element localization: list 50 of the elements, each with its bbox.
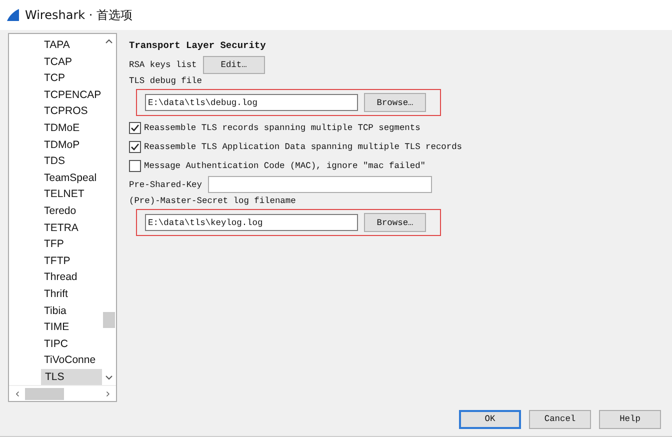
- browse-button[interactable]: Browse…: [364, 93, 426, 112]
- checkbox-label: Reassemble TLS Application Data spanning multiple TLS records: [144, 142, 462, 152]
- dialog-button[interactable]: OK: [459, 410, 521, 428]
- path-field[interactable]: E:\data\tls\keylog.log: [145, 214, 358, 231]
- checkbox[interactable]: [129, 160, 141, 172]
- protocol-item[interactable]: Thread: [9, 269, 102, 286]
- protocol-item[interactable]: TDMoE: [9, 120, 102, 137]
- protocol-item[interactable]: TiVoConne: [9, 352, 102, 369]
- protocol-item[interactable]: Teredo: [9, 202, 102, 220]
- checkbox[interactable]: [129, 122, 141, 134]
- protocol-item[interactable]: TDS: [9, 153, 102, 170]
- protocol-item[interactable]: TELNET: [9, 186, 102, 203]
- field-label: Pre-Shared-Key: [129, 180, 202, 190]
- scroll-thumb[interactable]: [25, 388, 64, 400]
- path-field[interactable]: E:\data\tls\debug.log: [145, 94, 358, 111]
- protocol-item[interactable]: TIME: [9, 319, 102, 336]
- browse-button[interactable]: Browse…: [364, 213, 426, 232]
- protocol-item[interactable]: TDMoP: [9, 136, 102, 154]
- protocol-item[interactable]: TFTP: [9, 252, 102, 270]
- scroll-down-icon[interactable]: [105, 375, 113, 381]
- scroll-left-icon[interactable]: [15, 390, 20, 398]
- scroll-right-icon[interactable]: [106, 390, 110, 398]
- protocol-item[interactable]: TCPROS: [9, 103, 102, 120]
- protocol-item[interactable]: TIPC: [9, 336, 102, 352]
- scroll-thumb[interactable]: [103, 312, 115, 328]
- protocol-item[interactable]: Tibia: [9, 302, 102, 320]
- dialog-button[interactable]: Help: [599, 410, 661, 428]
- protocol-item[interactable]: Thrift: [9, 286, 102, 302]
- fin-icon: [6, 8, 20, 22]
- checkbox-label: Message Authentication Code (MAC), ignore "mac failed": [144, 160, 426, 170]
- checkbox[interactable]: [129, 140, 141, 152]
- protocol-item[interactable]: TLS: [41, 368, 102, 385]
- protocol-item[interactable]: TFP: [9, 236, 102, 253]
- section-title: Transport Layer Security: [129, 40, 267, 51]
- protocol-item[interactable]: TCPENCAP: [9, 86, 102, 104]
- edit-button[interactable]: Edit…: [202, 56, 265, 74]
- key-field[interactable]: [208, 176, 432, 193]
- field-label: TLS debug file: [129, 76, 202, 86]
- checkbox-label: Reassemble TLS records spanning multiple TCP segments: [144, 122, 420, 132]
- horizontal-scrollbar[interactable]: [9, 385, 116, 401]
- scroll-up-icon[interactable]: [105, 38, 113, 44]
- field-label: RSA keys list: [129, 60, 197, 70]
- protocol-item[interactable]: TETRA: [9, 220, 102, 236]
- window-title: Wireshark · 首选项: [25, 6, 133, 24]
- protocol-item[interactable]: TCAP: [9, 54, 102, 70]
- protocol-item[interactable]: TCP: [9, 70, 102, 87]
- field-label: (Pre)-Master-Secret log filename: [129, 196, 296, 206]
- protocol-item[interactable]: TAPA: [9, 37, 102, 54]
- dialog-button[interactable]: Cancel: [529, 410, 591, 428]
- protocol-item[interactable]: TeamSpeal: [9, 170, 102, 186]
